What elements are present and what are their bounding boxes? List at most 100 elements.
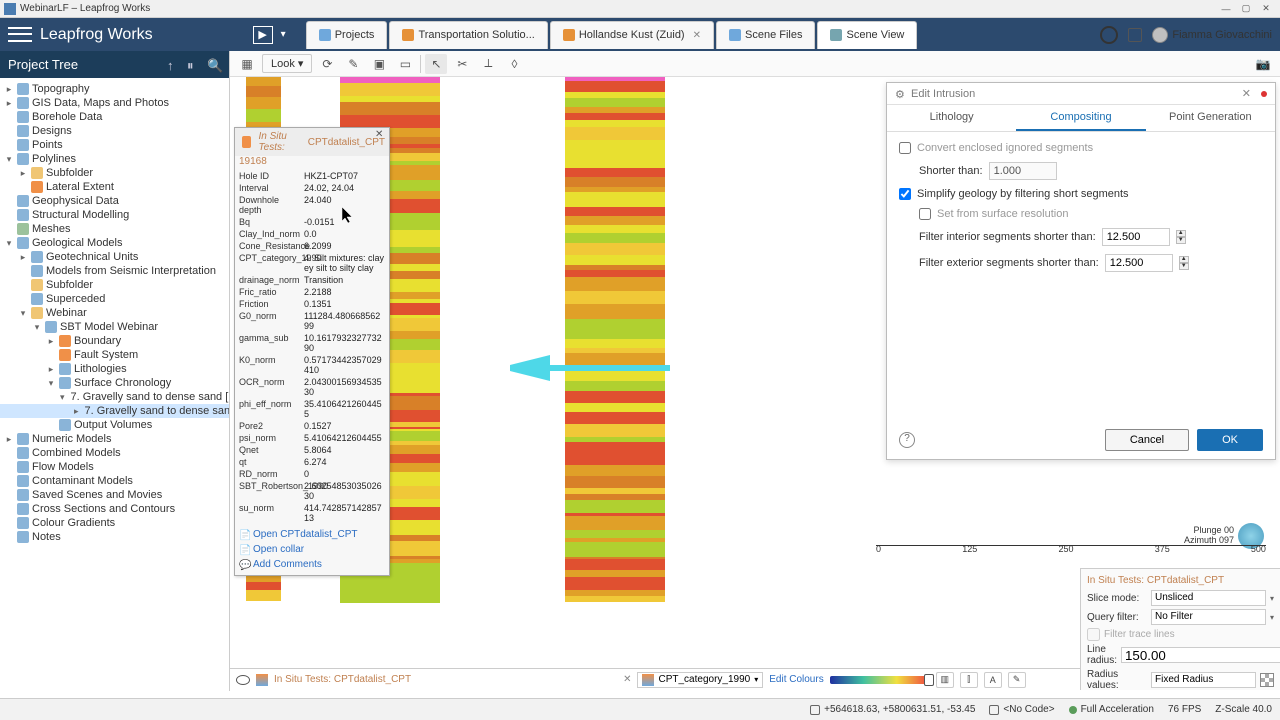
tab-projects[interactable]: Projects: [306, 21, 388, 49]
category-select[interactable]: CPT_category_1990 ▾: [637, 672, 763, 688]
menu-icon[interactable]: [8, 25, 32, 45]
tree-item-superceded[interactable]: Superceded: [0, 292, 229, 306]
tree-item-subfolder2[interactable]: Subfolder: [0, 278, 229, 292]
edit-icon[interactable]: ✎: [1008, 672, 1026, 688]
edit-colours-link[interactable]: Edit Colours: [769, 674, 823, 685]
text-a-icon[interactable]: A: [984, 672, 1002, 688]
tree-item-boreholedata[interactable]: Borehole Data: [0, 110, 229, 124]
play-button[interactable]: ▶: [253, 26, 273, 44]
tree-item-meshes[interactable]: Meshes: [0, 222, 229, 236]
tree-item-colour-grad[interactable]: Colour Gradients: [0, 516, 229, 530]
search-icon[interactable]: 🔍: [207, 58, 221, 72]
tree-item-boundary[interactable]: ▸Boundary: [0, 334, 229, 348]
tree-item-surface-chron[interactable]: ▾Surface Chronology: [0, 376, 229, 390]
seequent-icon[interactable]: [1100, 26, 1118, 44]
tree-item-geophysical[interactable]: Geophysical Data: [0, 194, 229, 208]
open-cpt-link[interactable]: 📄Open CPTdatalist_CPT: [239, 527, 385, 542]
tree-item-notes[interactable]: Notes: [0, 530, 229, 544]
tree-item-fault[interactable]: Fault System: [0, 348, 229, 362]
tab-close-icon[interactable]: ✕: [693, 30, 701, 41]
notification-icon[interactable]: [1128, 28, 1142, 42]
convert-enclosed-checkbox[interactable]: [899, 142, 911, 154]
checker-icon[interactable]: [1260, 673, 1274, 687]
window-close-button[interactable]: ✕: [1256, 2, 1276, 16]
tree-item-seismic-models[interactable]: Models from Seismic Interpretation: [0, 264, 229, 278]
open-collar-link[interactable]: 📄Open collar: [239, 542, 385, 557]
camera-icon[interactable]: 📷: [1252, 54, 1274, 74]
slider-knob[interactable]: [924, 674, 934, 686]
eraser-icon[interactable]: ◊: [503, 54, 525, 74]
tree-item-gravelly-selected[interactable]: ▸7. Gravelly sand to dense sand: [0, 404, 229, 418]
tab-scenefiles[interactable]: Scene Files: [716, 21, 815, 49]
tab-transportation[interactable]: Transportation Solutio...: [389, 21, 547, 49]
set-surface-checkbox[interactable]: [919, 208, 931, 220]
help-icon[interactable]: ?: [899, 432, 915, 448]
tree-item-points[interactable]: Points: [0, 138, 229, 152]
slice-mode-select[interactable]: Unsliced: [1151, 590, 1266, 606]
home-icon[interactable]: ⟳: [316, 54, 338, 74]
visibility-icon[interactable]: [236, 675, 250, 685]
up-arrow-icon[interactable]: ↑: [167, 58, 181, 72]
tab-hollandse[interactable]: Hollandse Kust (Zuid)✕: [550, 21, 714, 49]
tree-item-gravelly-empty[interactable]: ▾7. Gravelly sand to dense sand [Empty] …: [0, 390, 229, 404]
tree-item-designs[interactable]: Designs: [0, 124, 229, 138]
user-name: Fiamma Giovacchini: [1172, 29, 1272, 41]
tab-sceneview[interactable]: Scene View: [817, 21, 917, 49]
plane-icon[interactable]: ▭: [394, 54, 416, 74]
panel-close-icon[interactable]: ✕: [1242, 87, 1251, 100]
tree-item-geomodels[interactable]: ▾Geological Models: [0, 236, 229, 250]
look-dropdown[interactable]: Look ▾: [262, 54, 312, 73]
tree-item-geotech-units[interactable]: ▸Geotechnical Units: [0, 250, 229, 264]
tree-item-structural[interactable]: Structural Modelling: [0, 208, 229, 222]
tree-item-lithologies[interactable]: ▸Lithologies: [0, 362, 229, 376]
ruler-icon[interactable]: ⟂: [477, 54, 499, 74]
exterior-segments-input[interactable]: [1105, 254, 1173, 272]
model-icon: [402, 29, 414, 41]
tab-label: Scene Files: [745, 29, 802, 41]
window-title: WebinarLF – Leapfrog Works: [20, 3, 150, 14]
box-select-icon[interactable]: ▦: [236, 54, 258, 74]
ok-button[interactable]: OK: [1197, 429, 1263, 451]
tree-item-flow[interactable]: Flow Models: [0, 460, 229, 474]
interior-segments-input[interactable]: [1102, 228, 1170, 246]
tree-item-sbt-model[interactable]: ▾SBT Model Webinar: [0, 320, 229, 334]
tab-lithology[interactable]: Lithology: [887, 105, 1016, 131]
tree-item-cross-sections[interactable]: Cross Sections and Contours: [0, 502, 229, 516]
query-filter-select[interactable]: No Filter: [1151, 609, 1266, 625]
line-radius-input[interactable]: [1121, 647, 1280, 663]
tree-item-output-vol[interactable]: Output Volumes: [0, 418, 229, 432]
popup-close-icon[interactable]: ✕: [375, 129, 387, 141]
tree-item-contaminant[interactable]: Contaminant Models: [0, 474, 229, 488]
slicer-icon[interactable]: ✂: [451, 54, 473, 74]
simplify-checkbox[interactable]: [899, 188, 911, 200]
window-minimize-button[interactable]: —: [1216, 2, 1236, 16]
cancel-button[interactable]: Cancel: [1105, 429, 1189, 451]
tree-item-subfolder[interactable]: ▸Subfolder: [0, 166, 229, 180]
tree-item-numeric[interactable]: ▸Numeric Models: [0, 432, 229, 446]
property-popup: ✕ In Situ Tests: CPTdatalist_CPT 19168 H…: [234, 127, 390, 576]
radius-values-select[interactable]: Fixed Radius: [1151, 672, 1256, 688]
pause-icon[interactable]: ⏸: [187, 58, 201, 72]
shapelist-remove-icon[interactable]: ✕: [623, 674, 631, 685]
tree-item-lateral-extent[interactable]: Lateral Extent: [0, 180, 229, 194]
tree-item-webinar[interactable]: ▾Webinar: [0, 306, 229, 320]
tree-item-gisdata[interactable]: ▸GIS Data, Maps and Photos: [0, 96, 229, 110]
add-comments-link[interactable]: 💬Add Comments: [239, 557, 385, 572]
arrow-select-icon[interactable]: ↖: [425, 54, 447, 74]
pen-icon[interactable]: ✎: [342, 54, 364, 74]
tab-point-generation[interactable]: Point Generation: [1146, 105, 1275, 131]
window-maximize-button[interactable]: ▢: [1236, 2, 1256, 16]
tree-item-topography[interactable]: ▸Topography: [0, 82, 229, 96]
toolbar-dropdown-arrow[interactable]: ▾: [281, 29, 286, 40]
spinner-icon[interactable]: ▲▼: [1176, 230, 1186, 244]
bounds-icon[interactable]: ▣: [368, 54, 390, 74]
split-icon[interactable]: ⫿: [960, 672, 978, 688]
tree-item-combined[interactable]: Combined Models: [0, 446, 229, 460]
tree-item-saved-scenes[interactable]: Saved Scenes and Movies: [0, 488, 229, 502]
histogram-icon[interactable]: ▥: [936, 672, 954, 688]
tree-item-polylines[interactable]: ▾Polylines: [0, 152, 229, 166]
tab-compositing[interactable]: Compositing: [1016, 105, 1145, 131]
opacity-slider[interactable]: [830, 676, 930, 684]
user-profile[interactable]: Fiamma Giovacchini: [1152, 27, 1272, 43]
spinner-icon[interactable]: ▲▼: [1179, 256, 1189, 270]
